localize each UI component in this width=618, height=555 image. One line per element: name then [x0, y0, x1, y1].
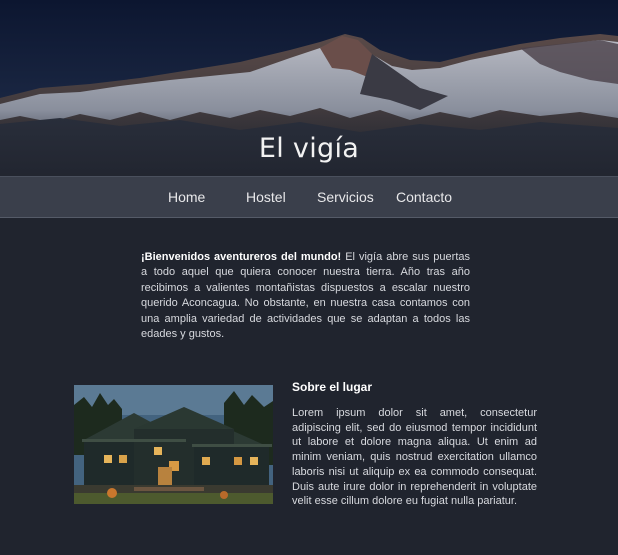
intro-lead: ¡Bienvenidos aventureros del mundo!: [141, 251, 342, 263]
page: El vigía Home Hostel Servicios Contacto …: [0, 0, 618, 555]
about-heading: Sobre el lugar: [292, 380, 373, 394]
hostel-photo: [74, 385, 273, 504]
nav-item-servicios[interactable]: Servicios: [317, 189, 374, 205]
about-text: Lorem ipsum dolor sit amet, consectetur …: [292, 407, 537, 508]
site-title: El vigía: [258, 133, 360, 164]
nav-item-home[interactable]: Home: [168, 189, 205, 205]
hero-banner: El vigía: [0, 0, 618, 176]
main-navigation: Home Hostel Servicios Contacto: [0, 176, 618, 218]
intro-body: El vigía abre sus puertas a todo aquel q…: [141, 251, 471, 341]
nav-item-hostel[interactable]: Hostel: [246, 189, 286, 205]
nav-item-contacto[interactable]: Contacto: [396, 189, 452, 205]
intro-paragraph: ¡Bienvenidos aventureros del mundo! El v…: [141, 250, 470, 342]
